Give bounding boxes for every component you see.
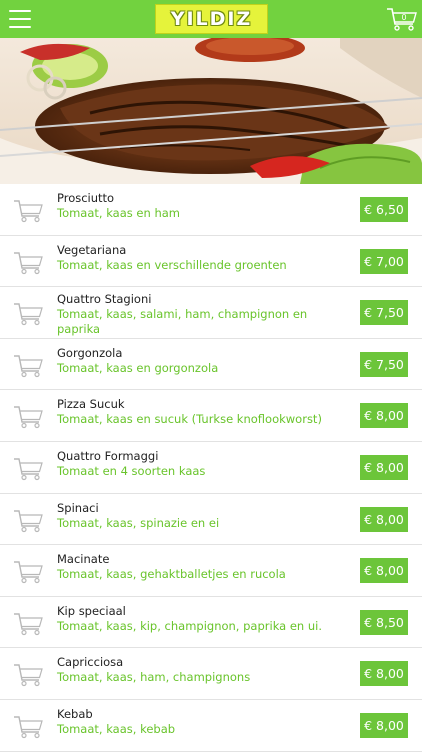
item-description: Tomaat, kaas en ham bbox=[57, 206, 180, 220]
item-description: Tomaat, kaas en gorgonzola bbox=[57, 360, 219, 375]
add-to-cart-icon[interactable] bbox=[13, 403, 43, 429]
add-to-cart-icon[interactable] bbox=[13, 352, 43, 378]
add-to-cart-icon[interactable] bbox=[13, 610, 43, 636]
price-button[interactable]: € 8,00 bbox=[360, 558, 408, 584]
item-name: Vegetariana bbox=[57, 242, 127, 257]
add-to-cart-icon[interactable] bbox=[13, 713, 43, 739]
add-to-cart-icon[interactable] bbox=[13, 558, 43, 584]
item-name: Prosciutto bbox=[57, 191, 115, 205]
add-to-cart-icon[interactable] bbox=[13, 455, 43, 481]
item-description: Tomaat en 4 soorten kaas bbox=[57, 463, 206, 478]
menu-item: Pizza Sucuk Tomaat, kaas en sucuk (Turks… bbox=[0, 390, 422, 442]
item-description: Tomaat, kaas, salami, ham, champignon en… bbox=[57, 307, 308, 337]
price-button[interactable]: € 8,00 bbox=[360, 712, 408, 738]
menu-item: Capricciosa Tomaat, kaas, ham, champigno… bbox=[0, 648, 422, 700]
item-name: Kebab bbox=[57, 706, 93, 721]
price-button[interactable]: € 8,00 bbox=[360, 454, 408, 480]
price-button[interactable]: € 7,00 bbox=[360, 248, 408, 274]
price-button[interactable]: € 7,50 bbox=[360, 351, 408, 377]
menu-item: Quattro Stagioni Tomaat, kaas, salami, h… bbox=[0, 287, 422, 339]
item-name: Kip speciaal bbox=[57, 603, 126, 618]
item-name: Spinaci bbox=[57, 500, 99, 515]
item-description: Tomaat, kaas, kip, champignon, paprika e… bbox=[57, 618, 323, 633]
hero-food-image bbox=[0, 38, 422, 184]
item-name: Quattro Formaggi bbox=[57, 448, 159, 463]
item-description: Tomaat, kaas en verschillende groenten bbox=[57, 257, 287, 272]
menu-item: Quattro Formaggi Tomaat en 4 soorten kaa… bbox=[0, 441, 422, 494]
menu-item: Macinate Tomaat, kaas, gehaktballetjes e… bbox=[0, 545, 422, 597]
add-to-cart-icon[interactable] bbox=[13, 507, 43, 533]
menu-item: Prosciutto Tomaat, kaas en ham € 6,50 bbox=[0, 184, 422, 236]
price-button[interactable]: € 7,50 bbox=[360, 300, 408, 326]
menu-item: Spinaci Tomaat, kaas, spinazie en ei € 8… bbox=[0, 493, 422, 546]
price-button[interactable]: € 8,00 bbox=[360, 661, 408, 687]
logo-text: YILDIZ bbox=[170, 8, 253, 30]
item-description: Tomaat, kaas, gehaktballetjes en rucola bbox=[57, 567, 286, 582]
item-description: Tomaat, kaas, spinazie en ei bbox=[57, 515, 220, 530]
item-name: Gorgonzola bbox=[57, 345, 123, 360]
add-to-cart-icon[interactable] bbox=[13, 300, 43, 326]
price-button[interactable]: € 8,50 bbox=[360, 609, 408, 635]
price-button[interactable]: € 8,00 bbox=[360, 506, 408, 532]
menu-item: Kip speciaal Tomaat, kaas, kip, champign… bbox=[0, 596, 422, 649]
item-description: Tomaat, kaas, ham, champignons bbox=[57, 670, 251, 685]
menu-list: Prosciutto Tomaat, kaas en ham € 6,50 Ve… bbox=[0, 184, 422, 752]
menu-item: Vegetariana Tomaat, kaas en verschillend… bbox=[0, 235, 422, 288]
add-to-cart-icon[interactable] bbox=[13, 249, 43, 275]
item-name: Macinate bbox=[57, 552, 110, 567]
menu-item: Gorgonzola Tomaat, kaas en gorgonzola € … bbox=[0, 338, 422, 391]
top-bar: YILDIZ 0 bbox=[0, 0, 422, 38]
item-name: Pizza Sucuk bbox=[57, 397, 125, 412]
item-description: Tomaat, kaas en sucuk (Turkse knoflookwo… bbox=[57, 412, 322, 427]
menu-item: Kebab Tomaat, kaas, kebab € 8,00 bbox=[0, 699, 422, 752]
app-logo: YILDIZ bbox=[155, 4, 268, 34]
add-to-cart-icon[interactable] bbox=[13, 661, 43, 687]
hamburger-icon[interactable] bbox=[9, 10, 31, 28]
add-to-cart-icon[interactable] bbox=[13, 197, 43, 223]
price-button[interactable]: € 6,50 bbox=[360, 197, 408, 222]
price-button[interactable]: € 8,00 bbox=[360, 403, 408, 429]
cart-count-badge: 0 bbox=[401, 13, 407, 22]
item-name: Quattro Stagioni bbox=[57, 292, 152, 307]
item-description: Tomaat, kaas, kebab bbox=[57, 721, 176, 736]
item-name: Capricciosa bbox=[57, 655, 124, 670]
